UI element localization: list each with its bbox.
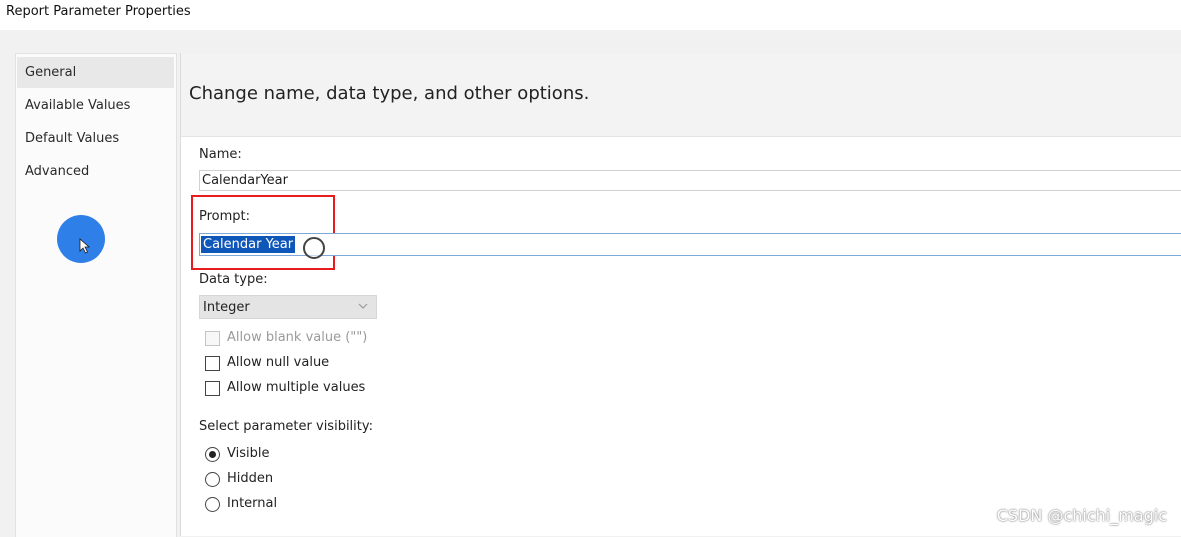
page-title: Change name, data type, and other option… <box>189 83 590 104</box>
chevron-down-icon <box>358 303 368 309</box>
title-bar: Report Parameter Properties <box>0 0 1181 30</box>
click-ring-icon <box>303 237 325 259</box>
prompt-field[interactable]: Calendar Year <box>199 233 1181 259</box>
sidebar-item-general[interactable]: General <box>17 57 174 88</box>
name-value: CalendarYear <box>202 173 288 188</box>
allow-null-label: Allow null value <box>227 355 330 370</box>
visibility-label: Select parameter visibility: <box>199 419 374 434</box>
sidebar-item-available-values[interactable]: Available Values <box>17 90 174 121</box>
main-panel: Change name, data type, and other option… <box>180 53 1181 536</box>
radio-button[interactable] <box>205 472 220 487</box>
prompt-value: Calendar Year <box>201 236 296 253</box>
allow-multiple-label: Allow multiple values <box>227 380 366 395</box>
checkbox-box[interactable] <box>205 331 220 346</box>
watermark: CSDN @chichi_magic <box>996 506 1167 525</box>
radio-hidden-label: Hidden <box>227 471 274 486</box>
pointer-icon <box>79 238 91 254</box>
checkbox-box[interactable] <box>205 356 220 371</box>
radio-button[interactable] <box>205 447 220 462</box>
radio-button[interactable] <box>205 497 220 512</box>
name-label: Name: <box>199 147 242 162</box>
data-type-select[interactable]: Integer <box>199 295 377 319</box>
sidebar-item-default-values[interactable]: Default Values <box>17 123 174 154</box>
sidebar-item-label: General <box>25 65 77 80</box>
radio-visible-label: Visible <box>227 446 270 461</box>
data-type-value: Integer <box>203 300 250 315</box>
allow-blank-label: Allow blank value ("") <box>227 330 368 345</box>
name-field[interactable]: CalendarYear <box>199 170 1181 191</box>
checkbox-box[interactable] <box>205 381 220 396</box>
sidebar-item-advanced[interactable]: Advanced <box>17 156 174 187</box>
sidebar-item-label: Advanced <box>25 164 90 179</box>
sidebar-item-label: Available Values <box>25 98 131 113</box>
sidebar: General Available Values Default Values … <box>15 53 177 537</box>
mouse-cursor-indicator <box>57 215 105 263</box>
sidebar-item-label: Default Values <box>25 131 120 146</box>
radio-internal-label: Internal <box>227 496 278 511</box>
page-header: Change name, data type, and other option… <box>181 53 1181 137</box>
window-title: Report Parameter Properties <box>6 4 191 19</box>
data-type-label: Data type: <box>199 272 268 287</box>
prompt-label: Prompt: <box>199 209 251 224</box>
